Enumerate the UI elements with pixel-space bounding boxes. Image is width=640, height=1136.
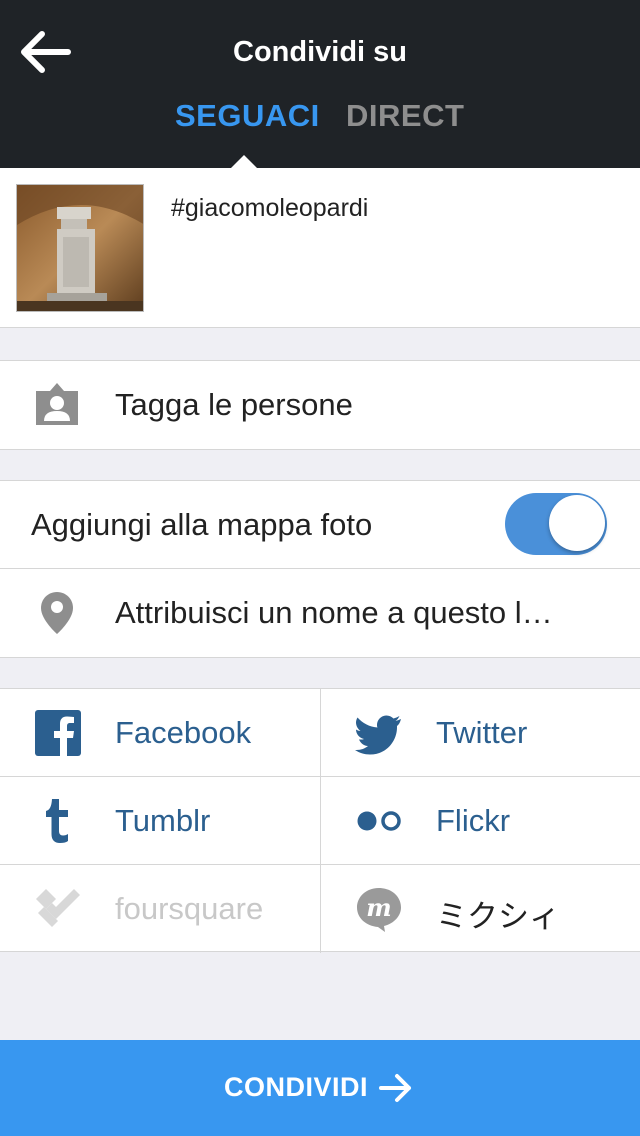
active-tab-indicator	[231, 155, 257, 168]
share-flickr[interactable]: Flickr	[320, 777, 640, 865]
add-to-map-toggle[interactable]	[505, 493, 607, 555]
tag-people-group: Tagga le persone	[0, 360, 640, 450]
tab-followers[interactable]: SEGUACI	[175, 98, 320, 134]
tab-direct[interactable]: DIRECT	[346, 98, 464, 134]
location-pin-icon	[41, 592, 73, 634]
post-caption[interactable]: #giacomoleopardi	[171, 194, 368, 223]
share-services-grid: Facebook Twitter Tumblr Flickr foursquar…	[0, 688, 640, 953]
twitter-icon	[355, 715, 401, 755]
tag-people-label: Tagga le persone	[115, 387, 353, 422]
share-mixi[interactable]: m ミクシィ	[320, 865, 640, 953]
post-preview: #giacomoleopardi	[0, 168, 640, 328]
share-twitter[interactable]: Twitter	[320, 689, 640, 777]
flickr-icon	[357, 811, 401, 831]
facebook-label: Facebook	[115, 715, 252, 750]
tumblr-icon	[46, 799, 68, 843]
share-foursquare[interactable]: foursquare	[0, 865, 320, 953]
share-button[interactable]: CONDIVIDI	[0, 1040, 640, 1136]
share-tabs: SEGUACI DIRECT	[0, 98, 640, 138]
facebook-icon	[35, 710, 81, 756]
tag-people-row[interactable]: Tagga le persone	[0, 361, 640, 449]
page-title: Condividi su	[233, 36, 407, 68]
location-row[interactable]: Attribuisci un nome a questo l…	[0, 569, 640, 657]
tag-person-icon	[36, 383, 78, 425]
arrow-right-icon	[379, 1074, 411, 1102]
mixi-icon: m	[357, 888, 401, 932]
location-name-input: Attribuisci un nome a questo l…	[115, 595, 553, 630]
top-bar: Condividi su SEGUACI DIRECT	[0, 0, 640, 168]
toggle-knob	[549, 495, 605, 551]
add-to-map-label: Aggiungi alla mappa foto	[31, 507, 373, 542]
foursquare-icon	[36, 889, 80, 927]
share-tumblr[interactable]: Tumblr	[0, 777, 320, 865]
mixi-label: ミクシィ	[436, 899, 560, 934]
share-button-label: CONDIVIDI	[224, 1072, 369, 1102]
svg-text:m: m	[366, 893, 391, 922]
share-facebook[interactable]: Facebook	[0, 689, 320, 777]
flickr-label: Flickr	[436, 803, 511, 838]
twitter-label: Twitter	[436, 715, 528, 750]
foursquare-label: foursquare	[115, 891, 264, 926]
post-thumbnail	[16, 184, 144, 312]
add-to-map-row: Aggiungi alla mappa foto	[0, 481, 640, 569]
location-group: Aggiungi alla mappa foto Attribuisci un …	[0, 480, 640, 658]
tumblr-label: Tumblr	[115, 803, 211, 838]
